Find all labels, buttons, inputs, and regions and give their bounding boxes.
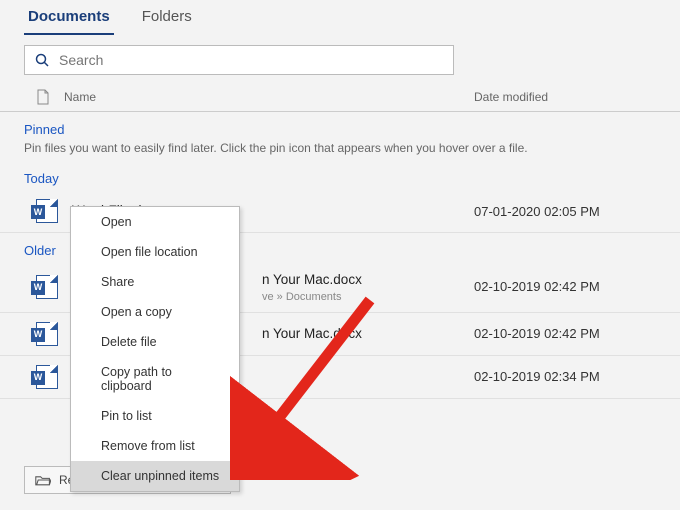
menu-delete-file[interactable]: Delete file	[71, 327, 239, 357]
menu-open-file-location[interactable]: Open file location	[71, 237, 239, 267]
file-name: n Your Mac.docx	[262, 325, 466, 343]
column-headers: Name Date modified	[0, 83, 680, 112]
file-type-icon-header	[36, 89, 64, 105]
menu-clear-unpinned[interactable]: Clear unpinned items	[71, 461, 239, 491]
word-file-icon: W	[36, 199, 58, 223]
word-file-icon: W	[36, 322, 58, 346]
column-name[interactable]: Name	[64, 90, 466, 104]
menu-open[interactable]: Open	[71, 207, 239, 237]
search-icon	[33, 51, 51, 69]
word-file-icon: W	[36, 275, 58, 299]
folder-open-icon	[35, 474, 51, 486]
menu-copy-path[interactable]: Copy path to clipboard	[71, 357, 239, 401]
file-context-menu: Open Open file location Share Open a cop…	[70, 206, 240, 492]
search-box[interactable]	[24, 45, 454, 75]
menu-pin-to-list[interactable]: Pin to list	[71, 401, 239, 431]
section-pinned-title: Pinned	[0, 112, 680, 141]
tab-documents[interactable]: Documents	[24, 2, 114, 35]
word-file-icon: W	[36, 365, 58, 389]
column-date[interactable]: Date modified	[466, 90, 656, 104]
file-date: 07-01-2020 02:05 PM	[466, 204, 656, 219]
file-date: 02-10-2019 02:42 PM	[466, 326, 656, 341]
menu-share[interactable]: Share	[71, 267, 239, 297]
pinned-hint: Pin files you want to easily find later.…	[0, 141, 680, 161]
section-today-title: Today	[0, 161, 680, 190]
menu-open-a-copy[interactable]: Open a copy	[71, 297, 239, 327]
file-date: 02-10-2019 02:34 PM	[466, 369, 656, 384]
file-name: n Your Mac.docx	[262, 271, 466, 289]
file-tabs: Documents Folders	[0, 0, 680, 35]
tab-folders[interactable]: Folders	[138, 2, 196, 35]
menu-remove-from-list[interactable]: Remove from list	[71, 431, 239, 461]
search-input[interactable]	[59, 52, 445, 68]
file-date: 02-10-2019 02:42 PM	[466, 279, 656, 294]
search-row	[0, 35, 680, 79]
file-subpath: ve » Documents	[262, 291, 466, 303]
